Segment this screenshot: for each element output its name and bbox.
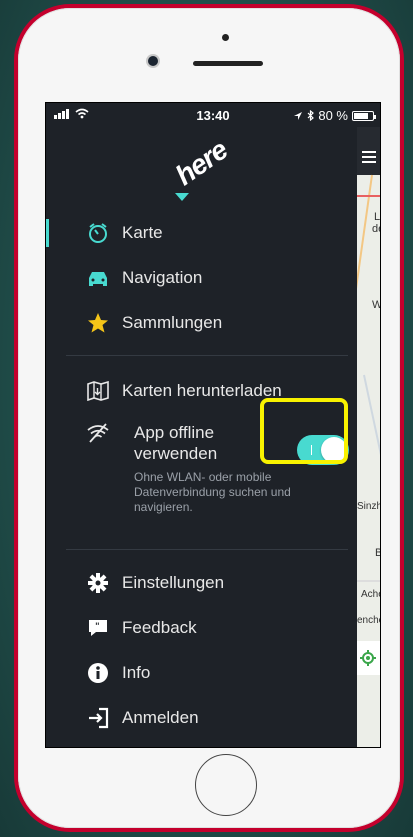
status-bar: 13:40 80 % (46, 103, 380, 127)
proximity-sensor (222, 34, 229, 41)
offline-description: Ohne WLAN- oder mobile Datenverbindung s… (134, 470, 291, 514)
menu-item-einstellungen[interactable]: Einstellungen (86, 569, 224, 597)
stopwatch-icon (86, 221, 110, 245)
gear-icon (86, 571, 110, 595)
menu-item-karten-herunterladen[interactable]: Karten herunterladen (86, 377, 282, 405)
menu-item-label: Karten herunterladen (122, 381, 282, 400)
map-label: enchen (357, 615, 380, 626)
login-icon (86, 706, 110, 730)
front-camera (148, 56, 158, 66)
map-label: We (372, 299, 380, 311)
active-indicator (46, 219, 49, 247)
info-icon (86, 661, 110, 685)
menu-item-label: Navigation (122, 268, 203, 287)
hamburger-menu-icon[interactable] (362, 151, 376, 163)
menu-item-navigation[interactable]: Navigation (86, 264, 202, 292)
earpiece-speaker (193, 61, 263, 66)
menu-item-anmelden[interactable]: Anmelden (86, 704, 199, 732)
menu-item-sammlungen[interactable]: Sammlungen (86, 309, 222, 337)
star-icon (86, 311, 110, 335)
map-label: La (374, 211, 381, 223)
menu-item-label: Einstellungen (122, 573, 225, 592)
here-logo: here (169, 134, 233, 192)
menu-item-karte[interactable]: Karte (86, 219, 163, 247)
toggle-highlight-box (260, 398, 348, 464)
menu-item-info[interactable]: Info (86, 659, 150, 687)
menu-item-label: Anmelden (122, 708, 199, 727)
divider (66, 549, 348, 550)
map-label: de (372, 223, 380, 235)
home-button[interactable] (195, 754, 257, 816)
map-download-icon (86, 379, 110, 403)
car-icon (86, 266, 110, 290)
bluetooth-icon (307, 110, 315, 121)
offline-label: App offline verwenden (134, 423, 218, 463)
offline-icon-wrap (86, 419, 122, 447)
wifi-off-icon (86, 421, 110, 445)
menu-item-label: Info (122, 663, 151, 682)
map-label: B (375, 547, 380, 559)
location-arrow-icon (294, 111, 303, 120)
menu-item-label: Feedback (122, 618, 197, 637)
divider (66, 355, 348, 356)
battery-icon (352, 110, 376, 121)
svg-text:": " (95, 622, 100, 632)
battery-percent: 80 % (318, 108, 348, 123)
locate-button[interactable] (356, 641, 380, 675)
logo-triangle (175, 193, 189, 201)
map-label: Acherr (361, 589, 380, 600)
menu-item-label: Sammlungen (122, 313, 223, 332)
menu-item-label: Karte (122, 223, 163, 242)
menu-item-feedback[interactable]: " Feedback (86, 614, 197, 642)
crosshair-icon (360, 650, 376, 666)
chat-icon: " (86, 616, 110, 640)
map-label: Sinzheim (357, 501, 380, 512)
